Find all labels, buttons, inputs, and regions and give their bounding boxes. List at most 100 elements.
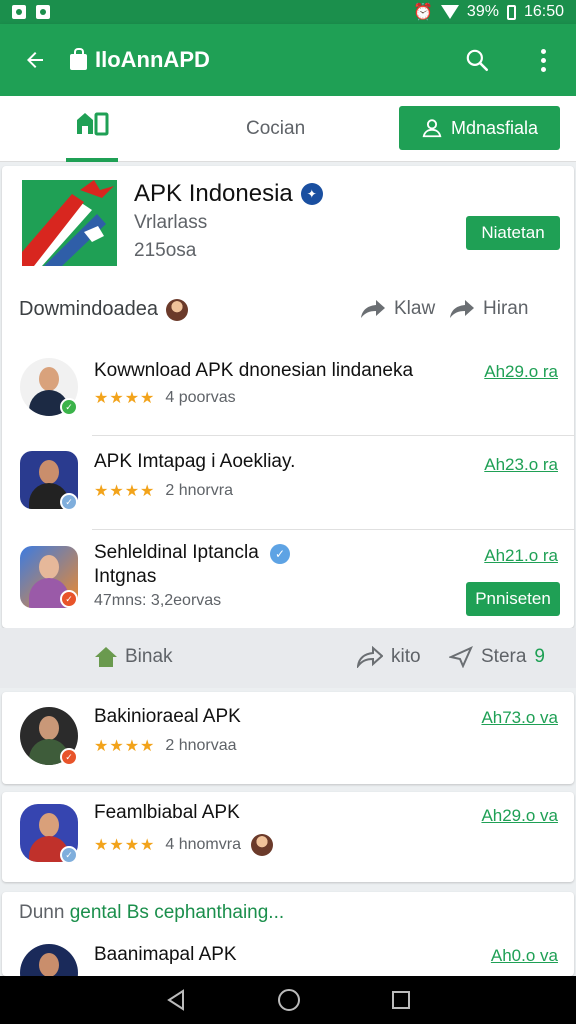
stera-label: Stera — [481, 646, 527, 667]
list-item[interactable]: ✓ Kowwnload APK dnonesian lindaneka ★★★★… — [2, 344, 574, 436]
item-price-link[interactable]: Ah23.o ra — [484, 455, 558, 475]
app-bar: IloAnnAPD — [0, 24, 576, 96]
item-meta: ★★★★ 4 hnomvra — [94, 834, 273, 856]
badge-icon: ✓ — [60, 590, 78, 608]
wifi-icon — [440, 5, 459, 19]
rating-stars: ★★★★ — [94, 390, 156, 407]
rating-stars: ★★★★ — [94, 837, 156, 854]
item-reviews: 2 hnorvaa — [165, 737, 237, 754]
app-bar-title: IloAnnAPD — [70, 47, 210, 73]
rating-stars: ★★★★ — [94, 738, 156, 755]
item-price-link[interactable]: Ah0.o va — [491, 946, 558, 966]
app-name: APK Indonesia ✦ — [134, 180, 323, 208]
item-title: Feamlbiabal APK — [94, 802, 240, 823]
item-price-link[interactable]: Ah29.o ra — [484, 362, 558, 382]
item-title: Kowwnload APK dnonesian lindaneka — [94, 360, 414, 381]
item-price-link[interactable]: Ah21.o ra — [484, 546, 558, 566]
account-tab-label: Mdnasfiala — [450, 117, 539, 138]
item-title-text: Sehleldinal Iptancla — [94, 542, 259, 563]
notification-icon — [12, 5, 26, 19]
install-button[interactable]: Niatetan — [466, 216, 560, 250]
action-strip: Binak kito Stera 9 — [0, 628, 576, 688]
more-vert-icon — [540, 48, 546, 72]
divider — [92, 435, 574, 436]
check-badge-icon: ✓ — [60, 398, 78, 416]
app-name-text: APK Indonesia — [134, 180, 293, 207]
item-title: Bakinioraeal APK — [94, 706, 241, 727]
home-label: Binak — [125, 646, 173, 667]
search-button[interactable] — [444, 24, 510, 96]
item-price-link[interactable]: Ah29.o va — [481, 806, 558, 826]
list-item[interactable]: ✓ Sehleldinal Iptancla ✓ Intgnas 47mns: … — [2, 530, 574, 628]
forward-button[interactable]: Hiran — [449, 298, 528, 320]
battery-icon — [506, 4, 516, 20]
item-title-line2: Intgnas — [94, 566, 157, 587]
app-logo — [22, 180, 117, 266]
share-button[interactable]: Klaw — [360, 298, 435, 320]
more-options-button[interactable] — [510, 24, 576, 96]
status-bar: ⏰ 39% 16:50 — [0, 0, 576, 24]
home-icon — [95, 647, 117, 667]
battery-percent: 39% — [466, 3, 499, 20]
clock: 16:50 — [523, 3, 564, 20]
app-subtitle: Vrlarlass — [134, 212, 208, 233]
verified-icon: ✦ — [300, 183, 323, 205]
item-meta: ★★★★ 2 hnorvra — [94, 481, 233, 501]
app-bar-title-text: IloAnnAPD — [95, 47, 210, 72]
tab-home[interactable] — [66, 110, 118, 162]
item-title: APK Imtapag i Aoekliay. — [94, 451, 296, 472]
item-reviews: 4 hnomvra — [165, 836, 241, 853]
downloads-section-title: Dowmindoadea — [19, 298, 188, 321]
list-item[interactable]: ✓ Feamlbiabal APK ★★★★ 4 hnomvra Ah29.o … — [2, 792, 574, 882]
user-avatar — [250, 834, 273, 856]
tab-cocian[interactable]: Cocian — [246, 118, 305, 140]
nav-home-icon[interactable] — [277, 988, 301, 1012]
item-action-button[interactable]: Pnniseten — [466, 582, 560, 616]
more-section-title: Dunn gental Bs cephanthaing... — [19, 902, 284, 924]
share-action[interactable]: kito — [357, 646, 421, 668]
back-button[interactable] — [0, 24, 70, 96]
downloads-title-text: Dowmindoadea — [19, 298, 158, 320]
nav-recents-icon[interactable] — [391, 990, 411, 1010]
home-action[interactable]: Binak — [95, 646, 173, 668]
bag-icon — [70, 48, 87, 70]
more-section-card: Dunn gental Bs cephanthaing... Baanimapa… — [2, 892, 574, 1002]
item-reviews: 2 hnorvra — [165, 482, 233, 499]
nav-back-icon[interactable] — [165, 989, 187, 1011]
system-nav-bar — [0, 976, 576, 1024]
share-arrow-icon — [357, 646, 383, 668]
more-rest: gental Bs cephanthaing... — [69, 902, 285, 923]
tab-bar: Cocian Mdnasfiala — [0, 96, 576, 162]
search-icon — [466, 49, 489, 72]
item-title: Sehleldinal Iptancla ✓ — [94, 542, 291, 564]
badge-icon: ✓ — [60, 748, 78, 766]
item-meta: 47mns: 3,2eorvas — [94, 592, 221, 610]
user-avatar — [165, 298, 188, 321]
item-title: Baanimapal APK — [94, 944, 237, 965]
list-item[interactable]: ✓ Bakinioraeal APK ★★★★ 2 hnorvaa Ah73.o… — [2, 692, 574, 784]
forward-label: Hiran — [483, 298, 529, 319]
list-item[interactable]: ✓ APK Imtapag i Aoekliay. ★★★★ 2 hnorvra… — [2, 437, 574, 530]
notification-icon — [36, 5, 50, 19]
verified-icon: ✓ — [270, 544, 291, 564]
person-icon — [422, 119, 442, 138]
send-icon — [449, 646, 473, 668]
stera-action[interactable]: Stera 9 — [449, 646, 545, 668]
back-arrow-icon — [27, 52, 43, 68]
badge-icon: ✓ — [60, 846, 78, 864]
app-size: 215osa — [134, 240, 197, 261]
badge-icon: ✓ — [60, 493, 78, 511]
more-prefix: Dunn — [19, 902, 65, 923]
stera-extra: 9 — [534, 646, 545, 667]
rating-stars: ★★★★ — [94, 483, 156, 500]
alarm-icon: ⏰ — [413, 4, 433, 21]
share-label: Klaw — [394, 298, 436, 319]
account-tab-button[interactable]: Mdnasfiala — [399, 106, 560, 150]
item-meta: ★★★★ 4 poorvas — [94, 388, 236, 408]
tab-indicator — [66, 158, 118, 162]
item-reviews: 47mns: 3,2eorvas — [94, 592, 222, 609]
store-home-icon — [77, 112, 109, 136]
share-action-label: kito — [391, 646, 421, 667]
app-details-card: APK Indonesia ✦ Vrlarlass 215osa Niateta… — [2, 166, 574, 628]
item-price-link[interactable]: Ah73.o va — [481, 708, 558, 728]
